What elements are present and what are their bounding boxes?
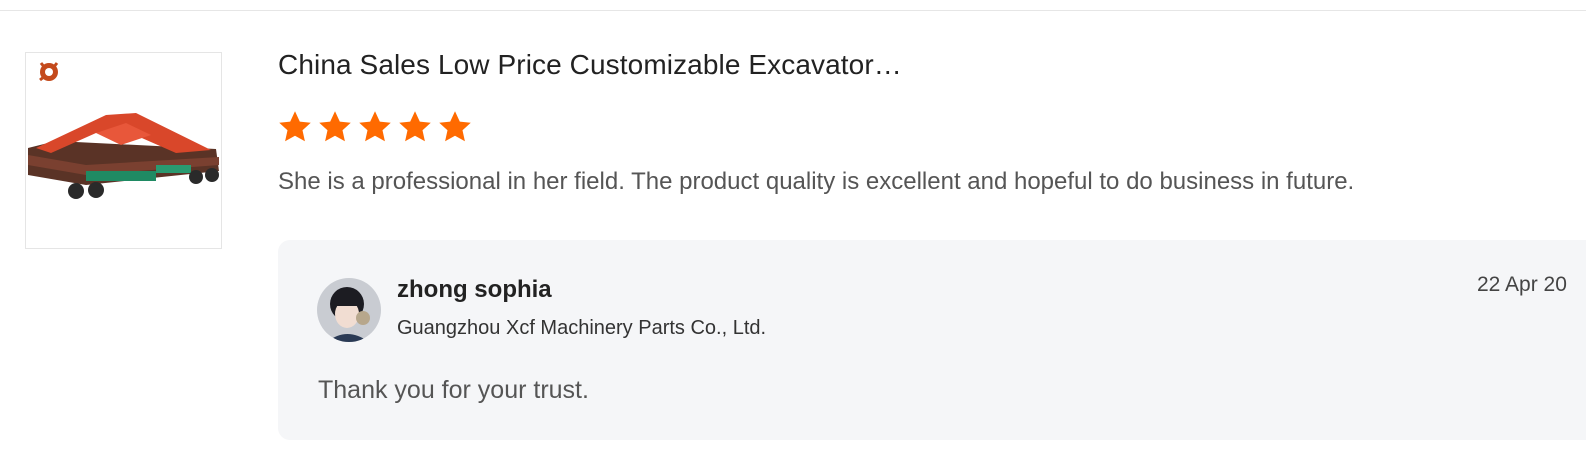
star-icon <box>279 111 311 142</box>
reply-date: 22 Apr 20 <box>1477 273 1567 296</box>
supplier-reply: zhong sophia Guangzhou Xcf Machinery Par… <box>278 240 1586 440</box>
product-title[interactable]: China Sales Low Price Customizable Excav… <box>278 49 902 81</box>
user-avatar-icon <box>317 278 381 342</box>
replier-name: zhong sophia <box>397 276 552 303</box>
replier-company: Guangzhou Xcf Machinery Parts Co., Ltd. <box>397 317 767 339</box>
star-icon <box>319 111 351 142</box>
brand-logo-icon <box>39 62 59 82</box>
product-thumbnail[interactable] <box>25 52 222 249</box>
avatar <box>317 278 381 342</box>
star-icon <box>399 111 431 142</box>
reply-text: Thank you for your trust. <box>318 376 589 404</box>
review-text: She is a professional in her field. The … <box>278 168 1355 195</box>
star-icon <box>359 111 391 142</box>
star-icon <box>439 111 471 142</box>
star-rating <box>277 109 473 145</box>
review-card: China Sales Low Price Customizable Excav… <box>0 11 1586 468</box>
